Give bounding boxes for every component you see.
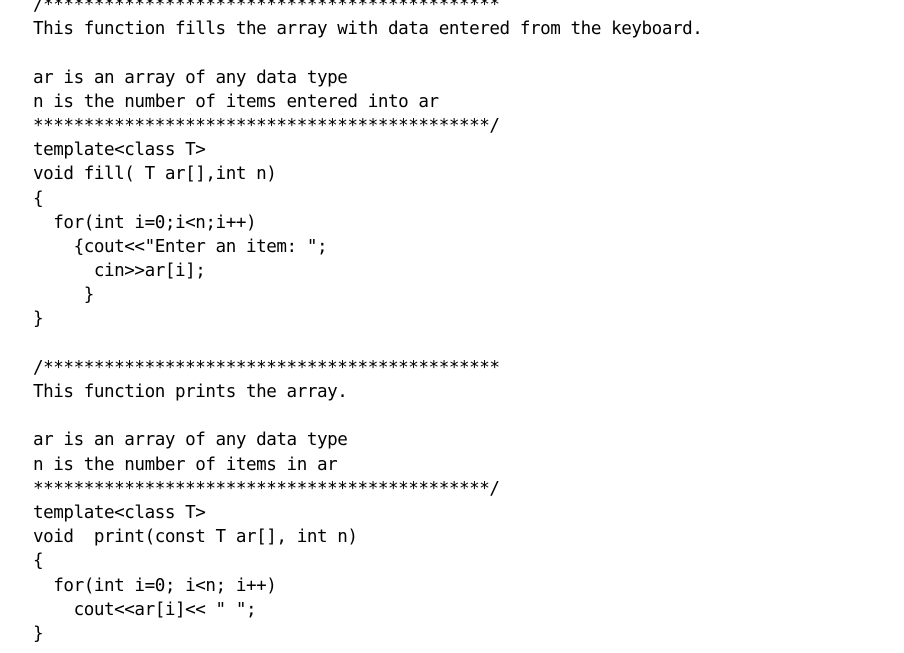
code-line: ****************************************… xyxy=(33,115,500,136)
code-line: { xyxy=(33,188,44,209)
code-line: cout<<ar[i]<< " "; xyxy=(33,599,257,620)
code-line: void print(const T ar[], int n) xyxy=(33,527,358,548)
code-line: { xyxy=(33,551,44,572)
code-line: void fill( T ar[],int n) xyxy=(33,164,277,185)
code-line: for(int i=0; i<n; i++) xyxy=(33,575,277,596)
code-line: This function fills the array with data … xyxy=(33,19,703,40)
code-line: {cout<<"Enter an item: "; xyxy=(33,236,328,257)
code-line: This function prints the array. xyxy=(33,382,348,402)
code-line: } xyxy=(33,623,44,644)
code-line: ****************************************… xyxy=(33,478,500,499)
code-line: for(int i=0;i<n;i++) xyxy=(33,212,257,233)
code-line: n is the number of items entered into ar xyxy=(33,91,439,112)
code-line: /***************************************… xyxy=(33,357,500,378)
code-line: /***************************************… xyxy=(33,0,500,15)
code-line: ar is an array of any data type xyxy=(33,67,348,88)
code-line: ar is an array of any data type xyxy=(33,430,348,451)
code-line: n is the number of items in ar xyxy=(33,454,338,475)
code-listing: /***************************************… xyxy=(33,0,904,646)
code-line: } xyxy=(33,309,44,330)
code-line: cin>>ar[i]; xyxy=(33,261,206,282)
code-line: template<class T> xyxy=(33,140,206,161)
code-line: } xyxy=(33,285,95,306)
code-line: template<class T> xyxy=(33,502,206,523)
